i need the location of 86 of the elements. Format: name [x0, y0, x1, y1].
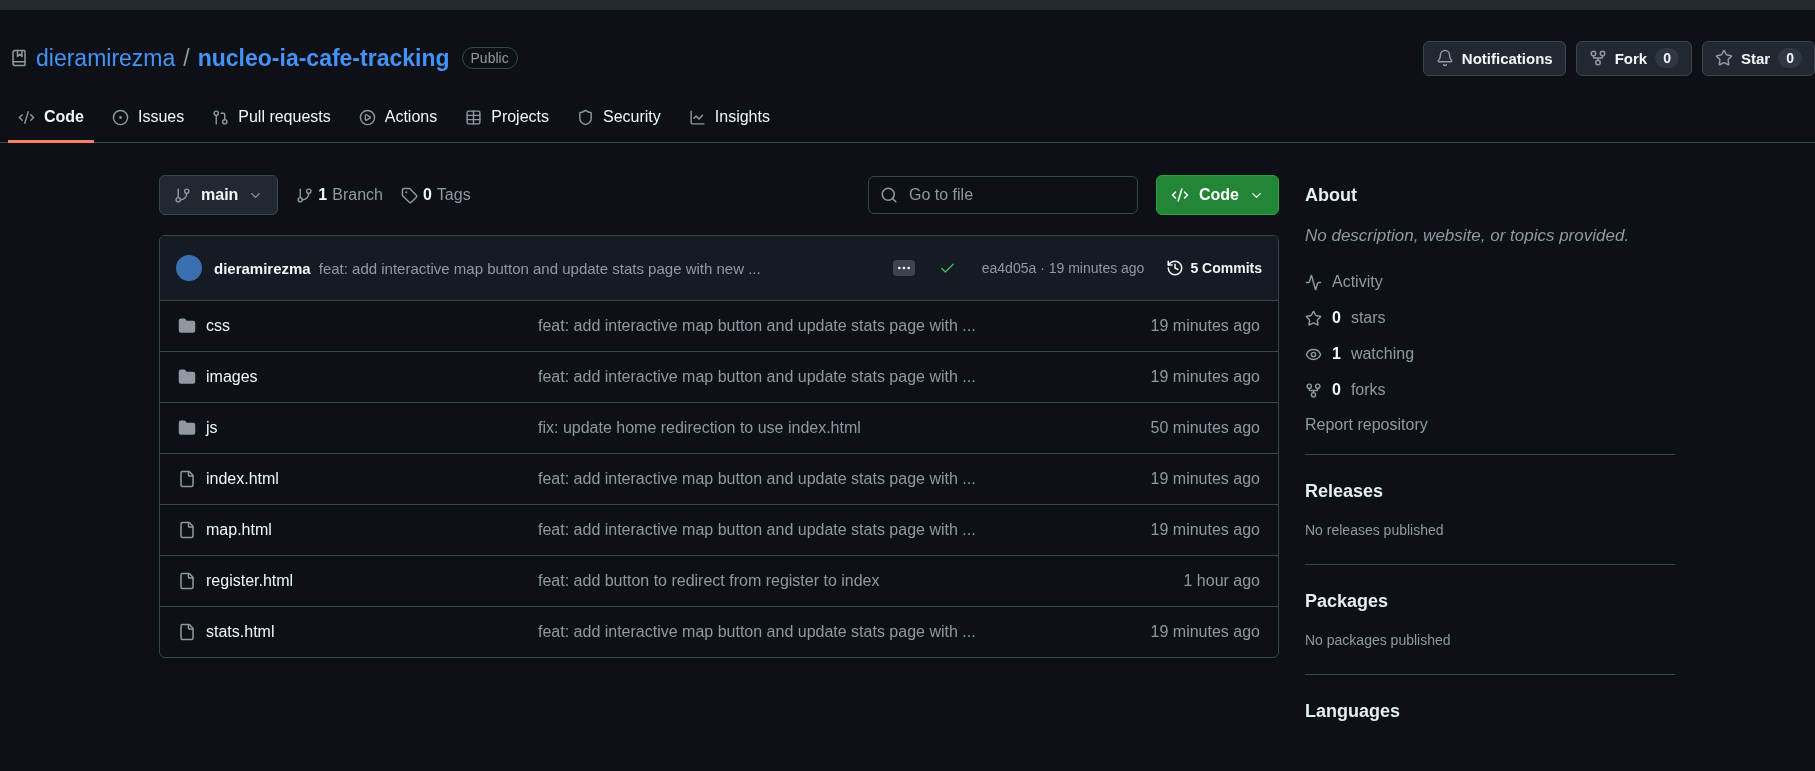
- section-heading: Packages: [1305, 591, 1390, 612]
- branch-selector[interactable]: main: [159, 175, 279, 215]
- shield-icon: [577, 108, 594, 126]
- report-link[interactable]: Report repository: [1305, 416, 1675, 434]
- branch-icon: [296, 186, 314, 204]
- repo-owner-link[interactable]: dieramirezma: [36, 44, 176, 72]
- more-button[interactable]: [892, 260, 915, 276]
- activity-icon: [1305, 273, 1322, 291]
- circle-dot-icon: [112, 108, 129, 126]
- commit-time: 19 minutes ago: [1150, 470, 1260, 488]
- star-icon: [1715, 49, 1733, 67]
- tags-link[interactable]: 0 Tags: [400, 186, 471, 204]
- about-stat-link[interactable]: 1 watching: [1305, 336, 1675, 372]
- repo-tab[interactable]: Actions: [348, 98, 448, 143]
- counter: 0: [1778, 48, 1802, 68]
- file-name-link[interactable]: css: [178, 317, 538, 335]
- go-to-file-field[interactable]: Go to file: [868, 176, 1138, 214]
- about-heading: About: [1305, 185, 1358, 206]
- star-icon: [1305, 309, 1322, 327]
- repo-name-link[interactable]: nucleo-ia-cafe-tracking: [197, 44, 450, 72]
- file-icon: [178, 572, 196, 590]
- tag-icon: [400, 186, 418, 204]
- commit-message-link[interactable]: feat: add interactive map button and update stats page with ...: [538, 470, 1151, 488]
- commit-message-link[interactable]: feat: add interactive map button and update stats page with ...: [538, 368, 1151, 386]
- about-stat-link[interactable]: 0 forks: [1305, 372, 1675, 408]
- section-heading: Languages: [1305, 701, 1402, 722]
- commit-time: 50 minutes ago: [1150, 419, 1260, 437]
- section-note: No packages published: [1305, 632, 1452, 648]
- search-icon: [880, 186, 898, 204]
- commit-message-link[interactable]: fix: update home redirection to use index.html: [538, 419, 1151, 437]
- file-name-link[interactable]: map.html: [178, 521, 538, 539]
- avatar: [176, 255, 202, 281]
- branch-icon: [174, 186, 191, 204]
- commit-time: 1 hour ago: [1183, 572, 1260, 590]
- folder-icon: [178, 368, 196, 386]
- commit-time: 19 minutes ago: [1150, 623, 1260, 641]
- commit-time: 19 minutes ago: [1150, 317, 1260, 335]
- file-icon: [178, 521, 196, 539]
- file-icon: [178, 470, 196, 488]
- file-name-link[interactable]: register.html: [178, 572, 538, 590]
- commit-hash-time[interactable]: ea4d05a · 19 minutes ago: [981, 260, 1145, 276]
- commit-message-link[interactable]: feat: add interactive map button and update stats page with ...: [538, 521, 1151, 539]
- about-stat-link[interactable]: Activity: [1305, 264, 1675, 300]
- commit-message[interactable]: feat: add interactive map button and update stats page with new ...: [318, 259, 869, 277]
- play-icon: [358, 108, 376, 126]
- repo-tab[interactable]: Code: [8, 98, 94, 143]
- file-name-link[interactable]: images: [178, 368, 538, 386]
- repo-tab[interactable]: Projects: [455, 98, 559, 143]
- history-icon: [1166, 259, 1185, 277]
- code-button[interactable]: Code: [1156, 175, 1279, 215]
- file-icon: [178, 623, 196, 641]
- repo-tab[interactable]: Security: [567, 98, 671, 143]
- fork-icon: [1305, 381, 1322, 399]
- counter: 0: [1655, 48, 1679, 68]
- path-separator: /: [183, 44, 190, 72]
- about-description: No description, website, or topics provided.: [1305, 226, 1631, 246]
- folder-icon: [178, 317, 196, 335]
- line-chart-icon: [688, 108, 706, 126]
- file-name-link[interactable]: index.html: [178, 470, 538, 488]
- fork-icon: [1588, 49, 1607, 67]
- about-stat-link[interactable]: 0 stars: [1305, 300, 1675, 336]
- section-note: No releases published: [1305, 522, 1445, 538]
- file-name-link[interactable]: stats.html: [178, 623, 538, 641]
- code-icon: [1171, 186, 1189, 204]
- repo-tab[interactable]: Issues: [102, 98, 195, 143]
- repo-icon: [10, 49, 28, 67]
- commit-author[interactable]: dieramirezma: [214, 259, 311, 277]
- commit-message-link[interactable]: feat: add button to redirect from register to index: [538, 572, 1184, 590]
- header-button[interactable]: Notifications: [1422, 40, 1566, 76]
- repo-tab[interactable]: Pull requests: [202, 98, 341, 143]
- commit-time: 19 minutes ago: [1150, 368, 1260, 386]
- commit-message-link[interactable]: feat: add interactive map button and update stats page with ...: [538, 317, 1151, 335]
- file-name-link[interactable]: js: [178, 419, 538, 437]
- header-button[interactable]: Star 0: [1702, 40, 1815, 76]
- bell-icon: [1435, 49, 1454, 67]
- section-heading: Releases: [1305, 481, 1385, 502]
- commit-message-link[interactable]: feat: add interactive map button and update stats page with ...: [538, 623, 1151, 641]
- folder-icon: [178, 419, 196, 437]
- commits-link[interactable]: 5 Commits: [1166, 259, 1262, 277]
- pull-request-icon: [212, 108, 230, 126]
- branches-link[interactable]: 1 Branch: [296, 186, 383, 204]
- code-icon: [18, 108, 35, 126]
- header-button[interactable]: Fork 0: [1575, 40, 1692, 76]
- commit-time: 19 minutes ago: [1150, 521, 1260, 539]
- table-icon: [465, 108, 483, 126]
- repo-tab[interactable]: Insights: [678, 98, 780, 143]
